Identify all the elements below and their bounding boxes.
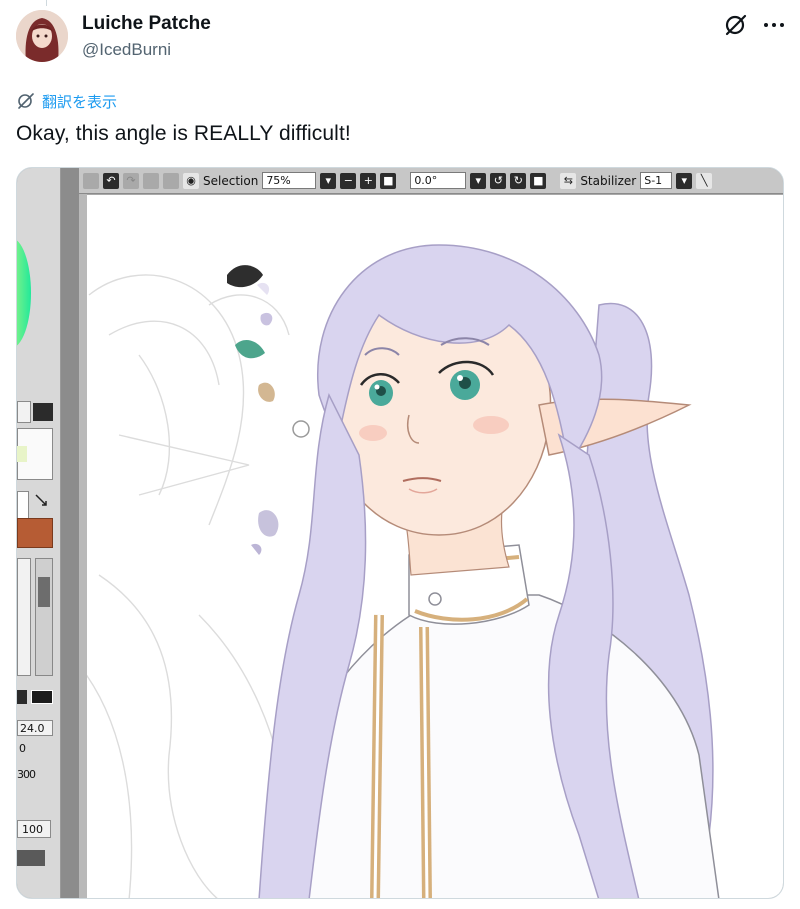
app-toolbar: ↶ ↷ ◉ Selection 75% ▾ − + ■ 0.0° ▾ ↺ ↻ ■… — [79, 168, 783, 194]
zoom-reset-icon[interactable]: ■ — [380, 172, 397, 189]
artwork — [79, 244, 720, 898]
deselect-icon[interactable] — [143, 172, 159, 189]
rotation-field[interactable]: 0.0° — [410, 172, 467, 189]
avatar-image — [16, 10, 68, 62]
invert-icon[interactable] — [163, 172, 179, 189]
zoom-value: 75% — [266, 174, 291, 187]
tool-list[interactable] — [17, 558, 31, 676]
zoom-in-icon[interactable]: + — [360, 172, 377, 189]
rotation-dropdown-icon[interactable]: ▾ — [470, 172, 487, 189]
thread-line — [46, 0, 47, 6]
left-tool-panel: 24.0 0 300 100 — [17, 168, 61, 898]
rotate-right-icon[interactable]: ↻ — [510, 172, 527, 189]
flip-icon[interactable]: ⇆ — [560, 172, 577, 189]
line-tool-icon[interactable]: ╲ — [696, 172, 713, 189]
translate-icon — [18, 93, 34, 109]
color-swatch-light — [17, 446, 27, 462]
background-sketch — [79, 274, 290, 898]
stabilizer-label: Stabilizer — [580, 173, 637, 188]
background-color[interactable] — [17, 518, 53, 548]
translate-link[interactable]: 翻訳を表示 — [16, 90, 117, 112]
zoom-dropdown-icon[interactable]: ▾ — [320, 172, 337, 189]
swap-colors-icon[interactable] — [33, 492, 49, 508]
drawing-canvas[interactable] — [79, 195, 783, 898]
tool-list-scrollbar[interactable] — [35, 558, 53, 676]
brush-size-value: 24.0 — [20, 722, 45, 735]
panel-divider — [61, 168, 79, 898]
stabilizer-select[interactable]: S-1 — [640, 172, 673, 189]
dim-button[interactable] — [83, 172, 99, 189]
author-handle: @IcedBurni — [82, 40, 172, 59]
rotation-value: 0.0° — [414, 174, 438, 187]
author-name[interactable]: Luiche Patche — [82, 13, 211, 35]
avatar[interactable] — [16, 10, 68, 62]
foreground-color[interactable] — [17, 491, 29, 521]
selection-label: Selection — [203, 173, 259, 188]
density-field[interactable]: 100 — [17, 820, 51, 838]
tweet-header: Luiche Patche @IcedBurni — [16, 10, 786, 68]
tool-slot[interactable] — [17, 401, 31, 423]
rotation-reset-icon[interactable]: ■ — [530, 172, 547, 189]
brush-size-field[interactable]: 24.0 — [17, 720, 53, 736]
color-wheel[interactable] — [17, 238, 31, 348]
canvas-left-margin — [79, 194, 87, 898]
mode-toggle-a[interactable] — [17, 690, 27, 704]
mode-toggle-b[interactable] — [31, 690, 53, 704]
stabilizer-value: S-1 — [644, 174, 663, 187]
tweet-media[interactable]: 24.0 0 300 100 ↶ ↷ ◉ Selection 75% ▾ − +… — [16, 167, 784, 899]
grok-icon[interactable] — [723, 12, 749, 38]
redo-icon[interactable]: ↷ — [123, 172, 139, 189]
scroll-thumb[interactable] — [38, 577, 50, 607]
density-slider[interactable] — [17, 850, 45, 866]
tweet-text: Okay, this angle is REALLY difficult! — [16, 122, 351, 145]
density-value: 100 — [22, 823, 43, 836]
translate-label: 翻訳を表示 — [42, 93, 118, 111]
rotate-left-icon[interactable]: ↺ — [490, 172, 507, 189]
brush-small-value: 0 — [19, 742, 26, 755]
brush-pattern-label[interactable]: 300 — [17, 768, 36, 781]
zoom-out-icon[interactable]: − — [340, 172, 357, 189]
zoom-select[interactable]: 75% — [262, 172, 317, 189]
more-icon[interactable] — [761, 12, 787, 38]
undo-icon[interactable]: ↶ — [103, 172, 119, 189]
color-swatches — [227, 265, 310, 555]
stabilizer-dropdown-icon[interactable]: ▾ — [676, 172, 693, 189]
selection-visible-icon[interactable]: ◉ — [183, 172, 199, 189]
eraser-icon[interactable] — [33, 403, 53, 421]
